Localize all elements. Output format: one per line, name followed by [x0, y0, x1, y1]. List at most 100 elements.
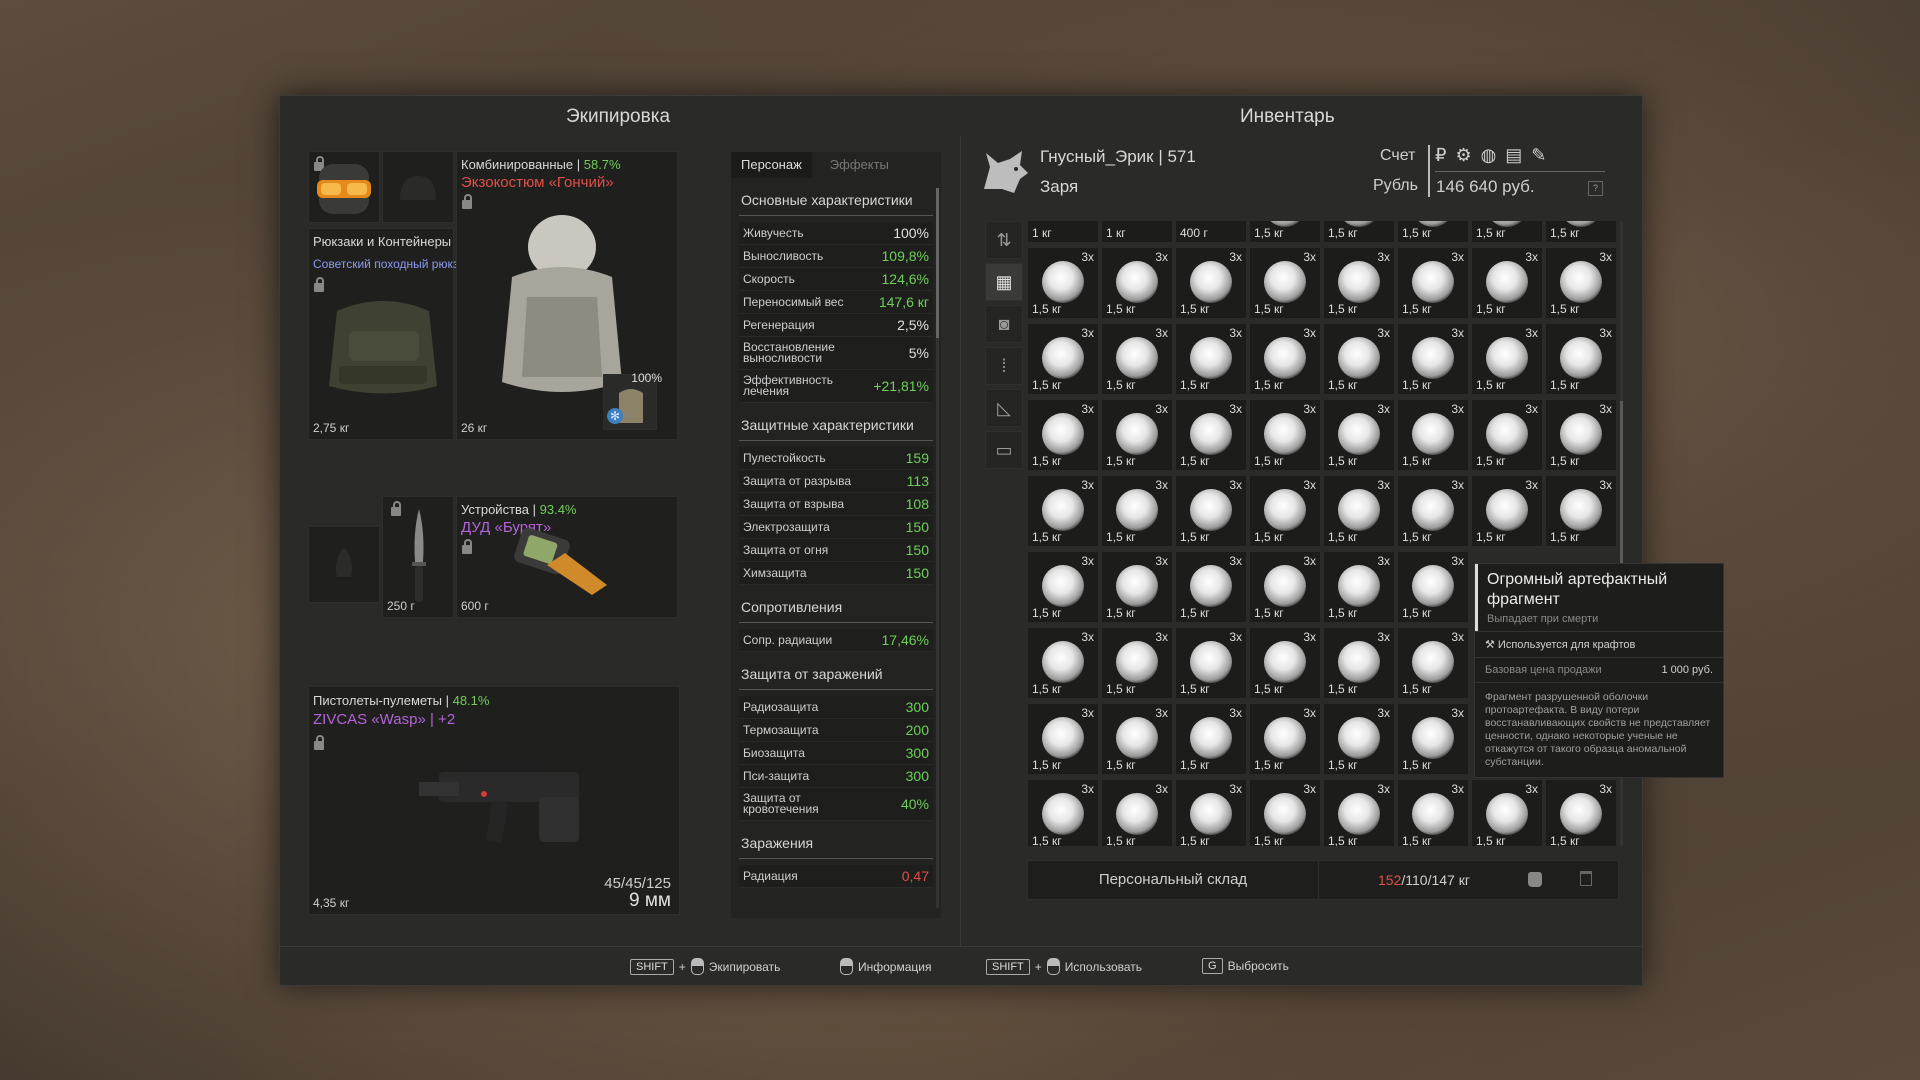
- inventory-cell[interactable]: 3x 1,5 кг: [1545, 475, 1617, 547]
- item-weight: 1,5 кг: [1550, 834, 1580, 846]
- inventory-cell[interactable]: 3x 1,5 кг: [1249, 703, 1321, 775]
- inventory-cell[interactable]: 3x 1,5 кг: [1323, 247, 1395, 319]
- inventory-cell[interactable]: 3x 1,5 кг: [1323, 399, 1395, 471]
- camera-icon[interactable]: ◙: [985, 305, 1023, 343]
- inventory-cell[interactable]: 3x 1,5 кг: [1101, 703, 1173, 775]
- inventory-cell[interactable]: 3x 1,5 кг: [1175, 475, 1247, 547]
- inventory-cell[interactable]: 3x 1,5 кг: [1397, 627, 1469, 699]
- tab-character[interactable]: Персонаж: [731, 152, 812, 178]
- inventory-cell[interactable]: 3x 1,5 кг: [1027, 779, 1099, 846]
- knife-slot[interactable]: 250 г: [382, 496, 454, 618]
- inventory-cell[interactable]: 3x 1,5 кг: [1101, 323, 1173, 395]
- help-icon[interactable]: ?: [1588, 181, 1603, 196]
- currency-icons[interactable]: ₽ ⚙ ◍ ▤ ✎: [1435, 145, 1548, 166]
- inventory-cell[interactable]: 3x 1,5 кг: [1027, 475, 1099, 547]
- stat-value: 300: [905, 745, 929, 761]
- inventory-cell[interactable]: 3x 1,5 кг: [1027, 627, 1099, 699]
- inventory-cell[interactable]: 3x 1,5 кг: [1027, 703, 1099, 775]
- artifact-slot[interactable]: [308, 526, 380, 603]
- inventory-cell[interactable]: 3x 1,5 кг: [1397, 399, 1469, 471]
- ammo-icon[interactable]: ⁞: [985, 347, 1023, 385]
- plate-condition: 100%: [631, 371, 662, 385]
- personal-stash-button[interactable]: Персональный склад: [1028, 861, 1319, 899]
- inventory-cell[interactable]: 3x 1,5 кг: [1101, 399, 1173, 471]
- item-weight: 1,5 кг: [1550, 302, 1580, 316]
- inventory-cell[interactable]: 3x 1,5 кг: [1175, 703, 1247, 775]
- inventory-cell[interactable]: 3x 1,5 кг: [1397, 703, 1469, 775]
- inventory-cell[interactable]: 3x 1,5 кг: [1471, 323, 1543, 395]
- inventory-cell[interactable]: 3x 1,5 кг: [1249, 627, 1321, 699]
- inventory-cell[interactable]: 3x 1,5 кг: [1323, 703, 1395, 775]
- inventory-cell[interactable]: 3x 1,5 кг: [1397, 551, 1469, 623]
- inventory-cell[interactable]: 1,5 кг: [1249, 221, 1321, 243]
- artifact-fragment-image: [1412, 641, 1454, 683]
- inventory-cell[interactable]: 3x 1,5 кг: [1249, 399, 1321, 471]
- inventory-cell[interactable]: 3x 1,5 кг: [1027, 323, 1099, 395]
- inventory-cell[interactable]: 3x 1,5 кг: [1175, 551, 1247, 623]
- inventory-cell[interactable]: 3x 1,5 кг: [1175, 399, 1247, 471]
- stat-row: Переносимый вес 147,6 кг: [739, 291, 933, 314]
- inventory-cell[interactable]: 3x 1,5 кг: [1471, 475, 1543, 547]
- head-secondary-slot[interactable]: [382, 151, 454, 223]
- armor-slot[interactable]: Комбинированные | 58.7% Экзокостюм «Гонч…: [456, 151, 678, 440]
- inventory-cell[interactable]: 3x 1,5 кг: [1545, 323, 1617, 395]
- backpack-slot[interactable]: Рюкзаки и Контейнеры Советский походный …: [308, 228, 468, 440]
- inventory-cell[interactable]: 3x 1,5 кг: [1397, 247, 1469, 319]
- inventory-cell[interactable]: 3x 1,5 кг: [1027, 399, 1099, 471]
- inventory-cell[interactable]: 1,5 кг: [1545, 221, 1617, 243]
- inventory-cell[interactable]: 3x 1,5 кг: [1027, 247, 1099, 319]
- container-icon[interactable]: ▭: [985, 431, 1023, 469]
- inventory-cell[interactable]: 3x 1,5 кг: [1175, 247, 1247, 319]
- inventory-cell[interactable]: 3x 1,5 кг: [1249, 247, 1321, 319]
- item-quantity: 3x: [1377, 402, 1390, 416]
- inventory-cell[interactable]: 3x 1,5 кг: [1545, 399, 1617, 471]
- tab-effects[interactable]: Эффекты: [812, 152, 899, 178]
- inventory-cell[interactable]: 3x 1,5 кг: [1323, 627, 1395, 699]
- inventory-cell[interactable]: 3x 1,5 кг: [1101, 551, 1173, 623]
- sort-icon[interactable]: ⇅: [985, 221, 1023, 259]
- inventory-cell[interactable]: 3x 1,5 кг: [1545, 779, 1617, 846]
- inventory-cell[interactable]: 3x 1,5 кг: [1175, 779, 1247, 846]
- helmet-slot[interactable]: [308, 151, 380, 223]
- inventory-cell[interactable]: 3x 1,5 кг: [1471, 247, 1543, 319]
- item-weight: 1,5 кг: [1402, 226, 1432, 240]
- inventory-cell[interactable]: 3x 1,5 кг: [1101, 247, 1173, 319]
- stats-scrollbar[interactable]: [936, 188, 939, 908]
- inventory-cell[interactable]: 3x 1,5 кг: [1397, 475, 1469, 547]
- item-quantity: 3x: [1377, 630, 1390, 644]
- inventory-cell[interactable]: 3x 1,5 кг: [1249, 551, 1321, 623]
- device-slot[interactable]: Устройства | 93.4% ДУД «Бурят» 600 г: [456, 496, 678, 618]
- ruler-icon[interactable]: ◺: [985, 389, 1023, 427]
- item-quantity: 3x: [1525, 782, 1538, 796]
- inventory-cell[interactable]: 3x 1,5 кг: [1323, 475, 1395, 547]
- grid-view-icon[interactable]: ▦: [985, 263, 1023, 301]
- inventory-cell[interactable]: 3x 1,5 кг: [1249, 475, 1321, 547]
- weapon-slot[interactable]: Пистолеты-пулеметы | 48.1% ZIVCAS «Wasp»…: [308, 686, 680, 915]
- inventory-cell[interactable]: 3x 1,5 кг: [1323, 779, 1395, 846]
- inventory-cell[interactable]: 1,5 кг: [1397, 221, 1469, 243]
- inventory-cell[interactable]: 1,5 кг: [1323, 221, 1395, 243]
- inventory-cell[interactable]: 3x 1,5 кг: [1397, 779, 1469, 846]
- inventory-cell[interactable]: 3x 1,5 кг: [1101, 475, 1173, 547]
- inventory-cell[interactable]: 1 кг: [1027, 221, 1099, 243]
- inventory-cell[interactable]: 3x 1,5 кг: [1101, 627, 1173, 699]
- inventory-cell[interactable]: 3x 1,5 кг: [1323, 551, 1395, 623]
- artifact-fragment-image: [1486, 413, 1528, 455]
- trash-icon[interactable]: [1580, 871, 1592, 886]
- inventory-cell[interactable]: 3x 1,5 кг: [1323, 323, 1395, 395]
- inventory-cell[interactable]: 400 г: [1175, 221, 1247, 243]
- inventory-cell[interactable]: 1,5 кг: [1471, 221, 1543, 243]
- artifact-fragment-image: [1560, 261, 1602, 303]
- inventory-cell[interactable]: 3x 1,5 кг: [1101, 779, 1173, 846]
- inventory-cell[interactable]: 3x 1,5 кг: [1471, 779, 1543, 846]
- inventory-cell[interactable]: 3x 1,5 кг: [1175, 627, 1247, 699]
- inventory-cell[interactable]: 3x 1,5 кг: [1175, 323, 1247, 395]
- inventory-cell[interactable]: 3x 1,5 кг: [1545, 247, 1617, 319]
- inventory-cell[interactable]: 3x 1,5 кг: [1249, 779, 1321, 846]
- armor-plate-slot[interactable]: 100% ✻: [603, 371, 662, 430]
- inventory-cell[interactable]: 3x 1,5 кг: [1471, 399, 1543, 471]
- inventory-cell[interactable]: 1 кг: [1101, 221, 1173, 243]
- inventory-cell[interactable]: 3x 1,5 кг: [1249, 323, 1321, 395]
- inventory-cell[interactable]: 3x 1,5 кг: [1397, 323, 1469, 395]
- inventory-cell[interactable]: 3x 1,5 кг: [1027, 551, 1099, 623]
